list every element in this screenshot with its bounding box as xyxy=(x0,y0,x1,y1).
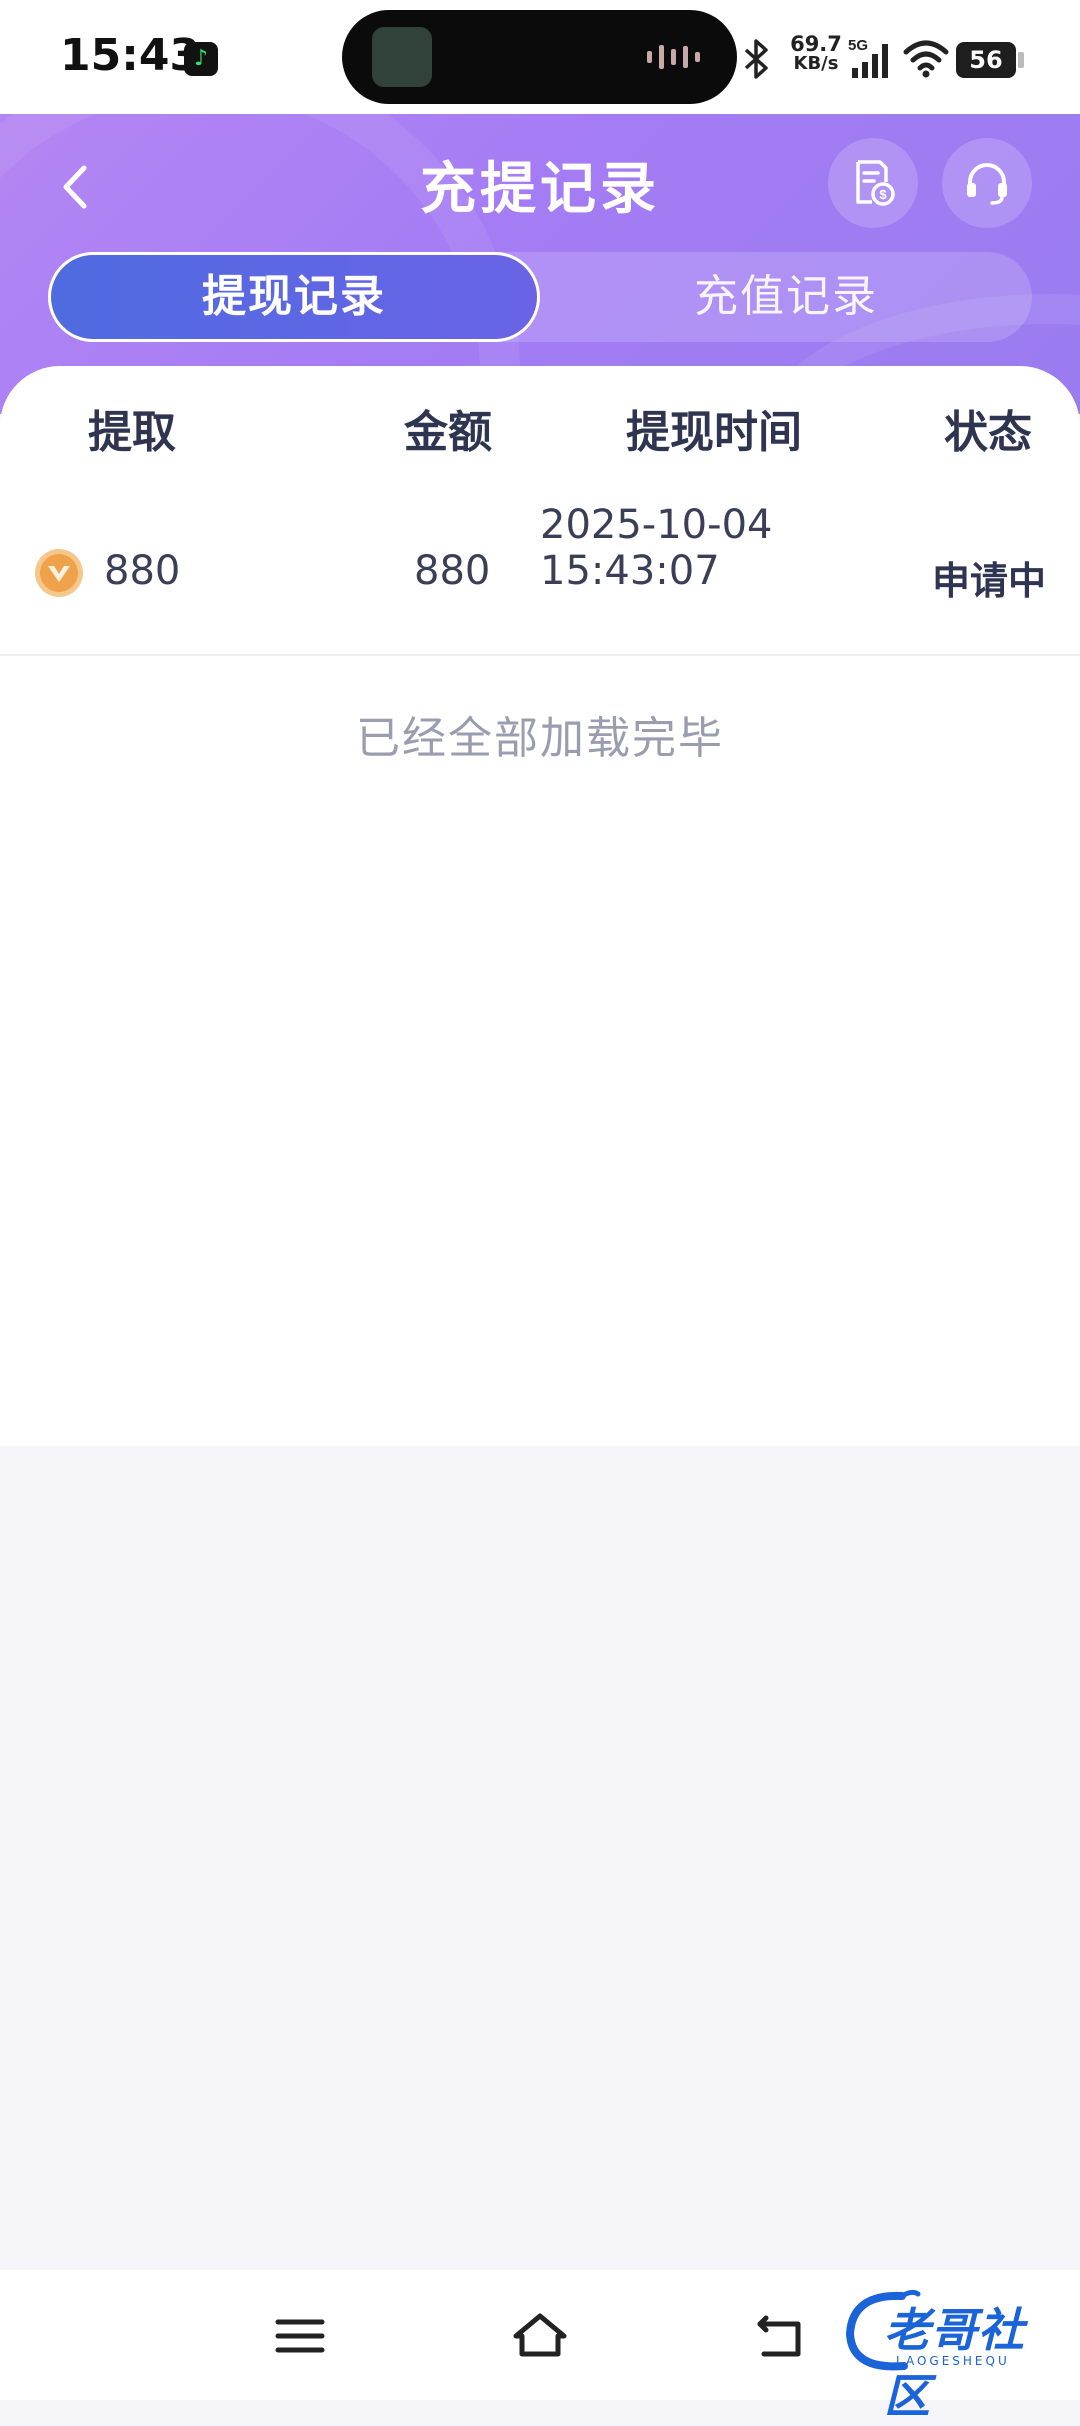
row-extract: 880 xyxy=(104,548,181,594)
battery-indicator: 56 xyxy=(956,42,1016,78)
column-header-extract: 提取 xyxy=(88,407,176,458)
network-type: 5G xyxy=(848,37,868,54)
customer-service-button[interactable] xyxy=(942,138,1032,228)
status-time: 15:43 xyxy=(60,30,201,81)
home-icon[interactable] xyxy=(510,2308,570,2364)
row-date: 2025-10-04 xyxy=(540,502,773,548)
network-speed-unit: KB/s xyxy=(793,53,839,74)
menu-icon[interactable] xyxy=(272,2308,328,2364)
column-header-status: 状态 xyxy=(944,407,1032,458)
watermark-subtext: LAOGESHEQU xyxy=(896,2354,1010,2368)
media-thumbnail xyxy=(372,27,432,87)
dynamic-island[interactable] xyxy=(342,10,737,104)
system-nav-bar: 老哥社区 LAOGESHEQU xyxy=(0,2270,1080,2423)
status-bar: 15:43 ♪ 69.7 KB/s 5G 56 xyxy=(0,0,1080,114)
bill-dollar-icon: $ xyxy=(856,160,895,206)
signal-icon: 5G xyxy=(848,37,888,78)
battery-cap xyxy=(1018,52,1024,68)
network-speed-value: 69.7 xyxy=(790,32,842,56)
bluetooth-icon xyxy=(744,39,768,79)
coin-icon xyxy=(35,549,83,597)
headset-icon xyxy=(967,163,1007,205)
row-time: 2025-10-04 15:43:07 xyxy=(540,502,772,594)
tab-withdraw-records[interactable]: 提现记录 xyxy=(48,252,540,342)
page-title: 充提记录 xyxy=(420,157,660,222)
table-row[interactable]: 880 880 2025-10-04 15:43:07 申请中 xyxy=(0,496,1080,656)
record-tabs: 提现记录 充值记录 xyxy=(48,252,1032,342)
bill-button[interactable]: $ xyxy=(828,138,918,228)
svg-text:$: $ xyxy=(879,187,887,202)
wifi-icon xyxy=(903,40,949,78)
watermark-logo: 老哥社区 LAOGESHEQU xyxy=(842,2280,1068,2423)
status-badge: 申请中 xyxy=(932,559,1047,603)
back-arrow-icon[interactable] xyxy=(752,2308,808,2364)
audio-wave-icon xyxy=(647,45,700,69)
tab-recharge-records[interactable]: 充值记录 xyxy=(540,252,1032,342)
column-header-amount: 金额 xyxy=(404,407,492,458)
status-icons: 69.7 KB/s 5G 56 xyxy=(740,30,1060,86)
end-of-list-message: 已经全部加载完毕 xyxy=(356,713,724,764)
records-table: 提取 金额 提现时间 状态 880 880 2025-10-04 15:43:0… xyxy=(0,366,1080,1446)
column-header-time: 提现时间 xyxy=(626,407,802,458)
music-app-icon: ♪ xyxy=(184,42,218,76)
network-speed: 69.7 KB/s xyxy=(790,34,842,74)
row-amount: 880 xyxy=(414,548,491,594)
row-clock: 15:43:07 xyxy=(540,548,720,594)
